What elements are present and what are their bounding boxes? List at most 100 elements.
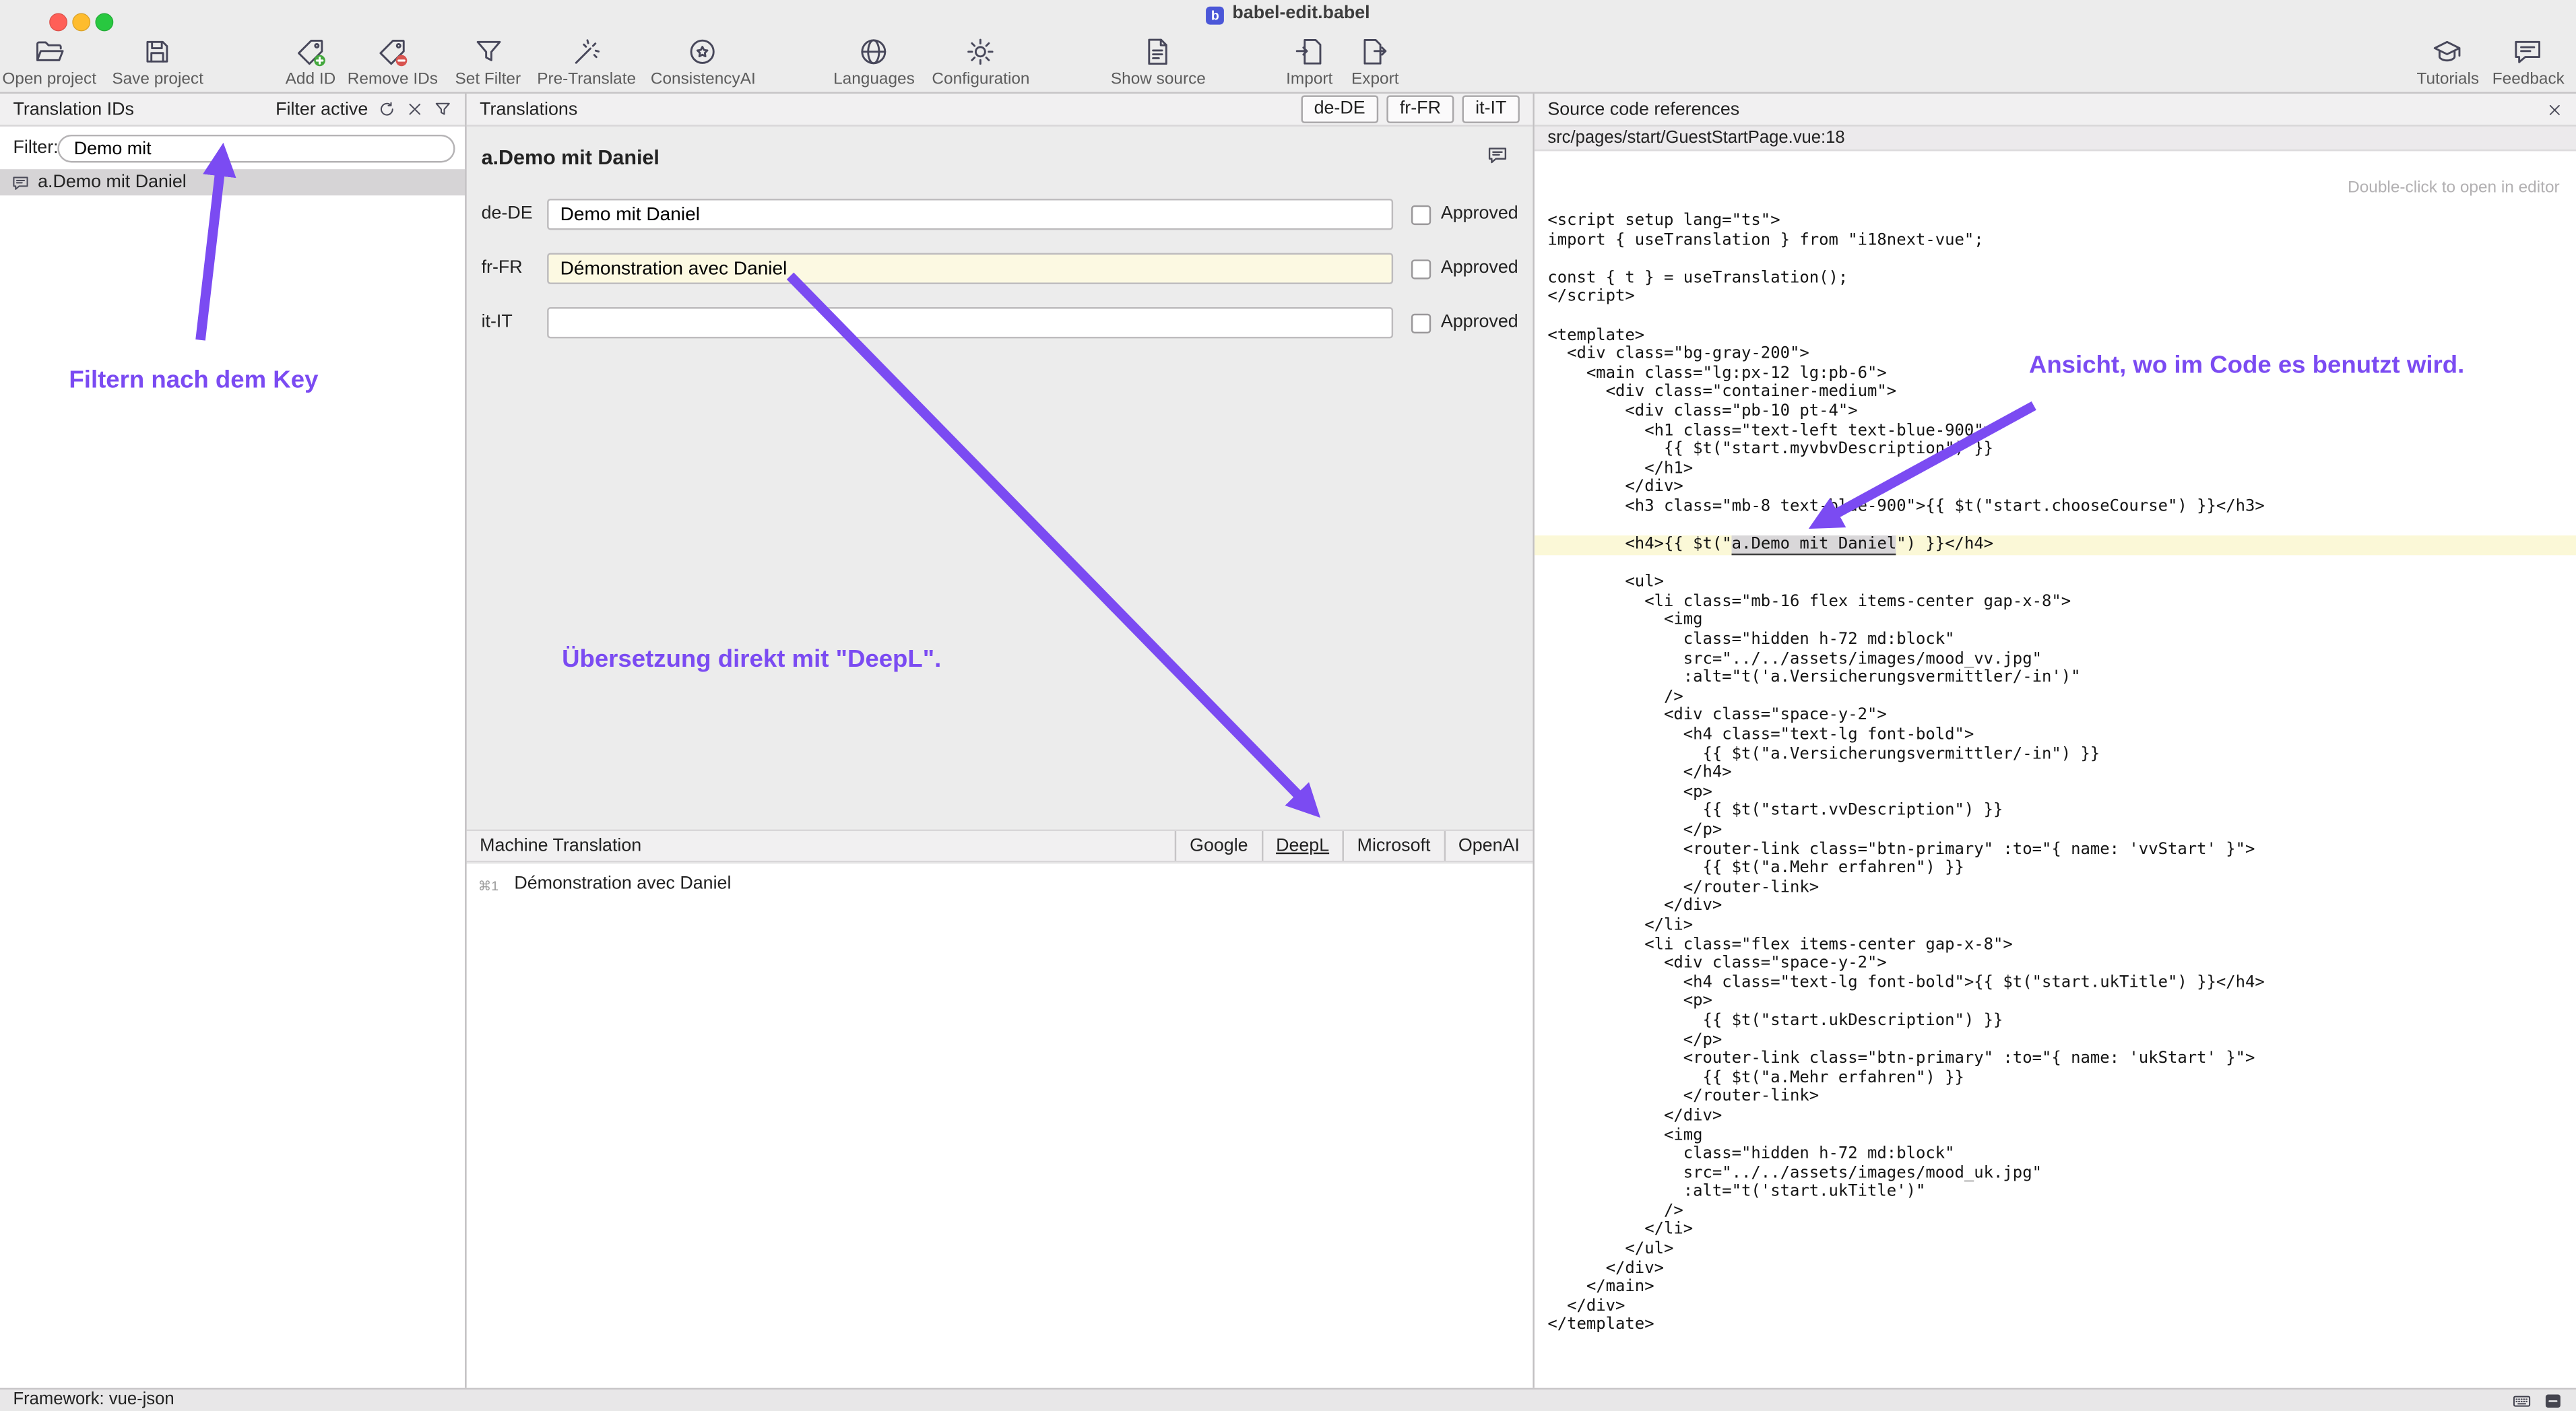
app-document-icon: b [1206, 7, 1224, 25]
code-line: :alt="t('start.ukTitle')" [1535, 1183, 2576, 1202]
code-line: <div class="container-medium"> [1535, 383, 2576, 402]
code-line: <h4 class="text-lg font-bold">{{ $t("sta… [1535, 974, 2576, 993]
code-line: src="../../assets/images/mood_vv.jpg" [1535, 650, 2576, 669]
framework-label: Framework: vue-json [13, 1389, 174, 1411]
code-line: </div> [1535, 478, 2576, 497]
code-view[interactable]: <script setup lang="ts">import { useTran… [1535, 212, 2576, 1388]
panel-toggle-icon[interactable] [2543, 1390, 2563, 1410]
approved-label: Approved [1441, 199, 1518, 230]
language-label: de-DE [482, 199, 533, 230]
approved-label: Approved [1441, 253, 1518, 284]
translation-row-fr-FR: fr-FR Approved [467, 253, 1533, 284]
code-line: {{ $t("start.myvbvDescription") }} [1535, 440, 2576, 459]
tutorials-button[interactable]: Tutorials [2416, 36, 2479, 89]
translation-input-fr-FR[interactable] [547, 253, 1393, 284]
remove-ids-icon [377, 36, 408, 67]
open-project-button[interactable]: Open project [2, 36, 96, 89]
code-line [1535, 307, 2576, 326]
languages-button[interactable]: Languages [833, 36, 915, 89]
filter-input[interactable] [57, 135, 455, 162]
deepl-annotation: Übersetzung direkt mit "DeepL". [562, 645, 941, 673]
configuration-button[interactable]: Configuration [932, 36, 1029, 89]
tab-de-DE[interactable]: de-DE [1301, 95, 1378, 123]
consistency-ai-button[interactable]: ConsistencyAI [651, 36, 756, 89]
window-title: babel-edit.babel [1232, 3, 1370, 23]
translation-id-label: a.Demo mit Daniel [38, 172, 187, 192]
translations-title: Translations [480, 100, 577, 119]
babeledit-window: b babel-edit.babel Open project Save proj… [0, 0, 2576, 1411]
remove-ids-button[interactable]: Remove IDs [348, 36, 438, 89]
feedback-button[interactable]: Feedback [2492, 36, 2565, 89]
code-lines-after: <ul> <li class="mb-16 flex items-center … [1535, 555, 2576, 1336]
source-references-header: Source code references [1535, 94, 2576, 127]
filter-label: Filter: [13, 138, 59, 158]
translations-panel: Translations de-DE fr-FR it-IT a.Demo mi… [465, 94, 1533, 1388]
refresh-filter-icon[interactable] [378, 100, 396, 119]
filter-annotation: Filtern nach dem Key [69, 366, 318, 394]
machine-translation-body: ⌘1 Démonstration avec Daniel [467, 864, 1533, 1388]
add-id-button[interactable]: Add ID [286, 36, 336, 89]
highlighted-code-line[interactable]: <h4>{{ $t("a.Demo mit Daniel") }}</h4> [1535, 535, 2576, 554]
file-reference[interactable]: src/pages/start/GuestStartPage.vue:18 [1535, 127, 2576, 152]
status-icons [2512, 1390, 2563, 1410]
open-in-editor-hint: Double-click to open in editor [2348, 179, 2560, 197]
code-line: {{ $t("a.Mehr erfahren") }} [1535, 859, 2576, 878]
filter-icon[interactable] [434, 100, 452, 119]
translation-row-it-IT: it-IT Approved [467, 307, 1533, 338]
code-line: </h1> [1535, 459, 2576, 478]
show-source-button[interactable]: Show source [1111, 36, 1206, 89]
translation-input-de-DE[interactable] [547, 199, 1393, 230]
code-line: :alt="t('a.Versicherungsvermittler/-in')… [1535, 669, 2576, 688]
source-code-references-panel: Source code references src/pages/start/G… [1533, 94, 2576, 1388]
tab-openai[interactable]: OpenAI [1444, 831, 1533, 861]
clear-filter-icon[interactable] [406, 100, 424, 119]
code-line: {{ $t("a.Versicherungsvermittler/-in") }… [1535, 745, 2576, 764]
tab-deepl[interactable]: DeepL [1261, 831, 1343, 861]
translation-id-item[interactable]: a.Demo mit Daniel [0, 169, 465, 195]
code-line: </p> [1535, 821, 2576, 840]
code-line: class="hidden h-72 md:block" [1535, 1145, 2576, 1164]
import-icon [1294, 36, 1325, 67]
tab-it-IT[interactable]: it-IT [1462, 95, 1520, 123]
code-line: <div class="space-y-2"> [1535, 954, 2576, 973]
translation-id-list: a.Demo mit Daniel [0, 169, 465, 195]
mt-result-text[interactable]: Démonstration avec Daniel [514, 874, 731, 893]
translations-header: Translations de-DE fr-FR it-IT [467, 94, 1533, 127]
code-line: </ul> [1535, 1240, 2576, 1259]
tab-google[interactable]: Google [1175, 831, 1261, 861]
save-project-button[interactable]: Save project [112, 36, 203, 89]
code-line: class="hidden h-72 md:block" [1535, 631, 2576, 650]
code-line: <h4 class="text-lg font-bold"> [1535, 726, 2576, 745]
feedback-icon [2513, 36, 2544, 67]
highlighted-translation-key: a.Demo mit Daniel [1732, 535, 1897, 555]
code-line: <router-link class="btn-primary" :to="{ … [1535, 841, 2576, 859]
code-line: /> [1535, 1202, 2576, 1221]
languages-icon [858, 36, 889, 67]
approved-checkbox-de-DE[interactable] [1411, 205, 1431, 224]
approved-checkbox-fr-FR[interactable] [1411, 259, 1431, 278]
entry-title: a.Demo mit Daniel [482, 146, 659, 169]
export-button[interactable]: Export [1351, 36, 1398, 89]
consistency-ai-icon [688, 36, 719, 67]
comments-icon[interactable] [1487, 145, 1508, 166]
tab-fr-FR[interactable]: fr-FR [1386, 95, 1454, 123]
code-line: <div class="pb-10 pt-4"> [1535, 402, 2576, 421]
code-text: ") }}</h4> [1896, 535, 1993, 554]
mt-result-shortcut: ⌘1 [478, 879, 498, 894]
main-area: Translation IDs Filter active Filter: a.… [0, 94, 2576, 1388]
translation-ids-panel: Translation IDs Filter active Filter: a.… [0, 94, 465, 1388]
pre-translate-button[interactable]: Pre-Translate [537, 36, 636, 89]
close-panel-icon[interactable] [2546, 101, 2563, 117]
set-filter-icon [472, 36, 503, 67]
import-button[interactable]: Import [1286, 36, 1332, 89]
comment-bubble-icon [11, 173, 30, 191]
translation-input-it-IT[interactable] [547, 307, 1393, 338]
approved-checkbox-it-IT[interactable] [1411, 313, 1431, 333]
set-filter-button[interactable]: Set Filter [455, 36, 521, 89]
code-line: <img [1535, 1126, 2576, 1145]
translation-ids-title: Translation IDs [13, 100, 134, 119]
code-line: <li class="mb-16 flex items-center gap-x… [1535, 593, 2576, 612]
machine-translation-header: Machine Translation Google DeepL Microso… [467, 830, 1533, 863]
keyboard-icon[interactable] [2512, 1390, 2532, 1410]
tab-microsoft[interactable]: Microsoft [1343, 831, 1444, 861]
